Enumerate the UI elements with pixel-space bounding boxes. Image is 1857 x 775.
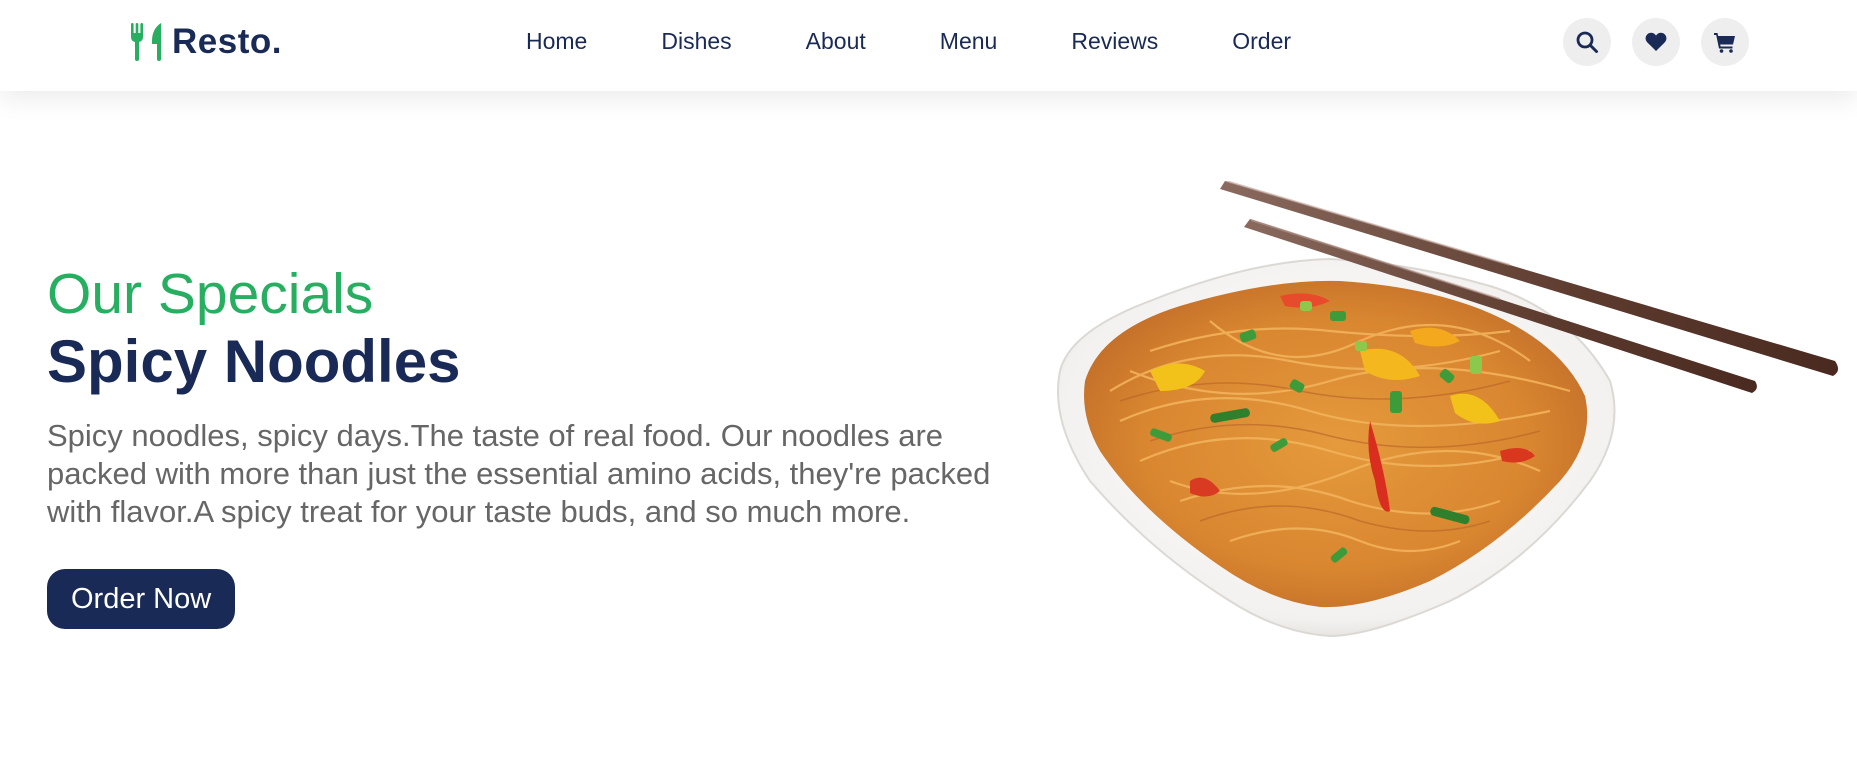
search-button[interactable] [1563, 18, 1611, 66]
cart-button[interactable] [1701, 18, 1749, 66]
noodles-image [1057, 181, 1839, 638]
hero-description: Spicy noodles, spicy days.The taste of r… [47, 418, 991, 529]
brand-logo[interactable]: Resto. [130, 22, 282, 62]
site-header: Resto. Home Dishes About Menu Reviews Or… [0, 0, 1857, 91]
search-icon [1576, 31, 1598, 53]
main-nav: Home Dishes About Menu Reviews Order [526, 28, 1291, 55]
cart-icon [1714, 33, 1735, 53]
hero-title: Spicy Noodles [47, 328, 461, 395]
nav-dishes[interactable]: Dishes [661, 28, 731, 55]
nav-reviews[interactable]: Reviews [1071, 28, 1158, 55]
heart-icon [1645, 32, 1667, 51]
brand-name: Resto. [172, 22, 282, 61]
nav-about[interactable]: About [806, 28, 866, 55]
hero-content: Our Specials Spicy Noodles Spicy noodles… [47, 261, 997, 629]
header-icons [1563, 18, 1749, 66]
specials-hero: Our Specials Spicy Noodles Spicy noodles… [0, 91, 1857, 775]
nav-home[interactable]: Home [526, 28, 587, 55]
wishlist-button[interactable] [1632, 18, 1680, 66]
order-now-button[interactable]: Order Now [47, 569, 236, 629]
nav-order[interactable]: Order [1232, 28, 1291, 55]
utensils-icon [131, 23, 161, 61]
hero-subtitle: Our Specials [47, 262, 374, 326]
nav-menu[interactable]: Menu [940, 28, 998, 55]
